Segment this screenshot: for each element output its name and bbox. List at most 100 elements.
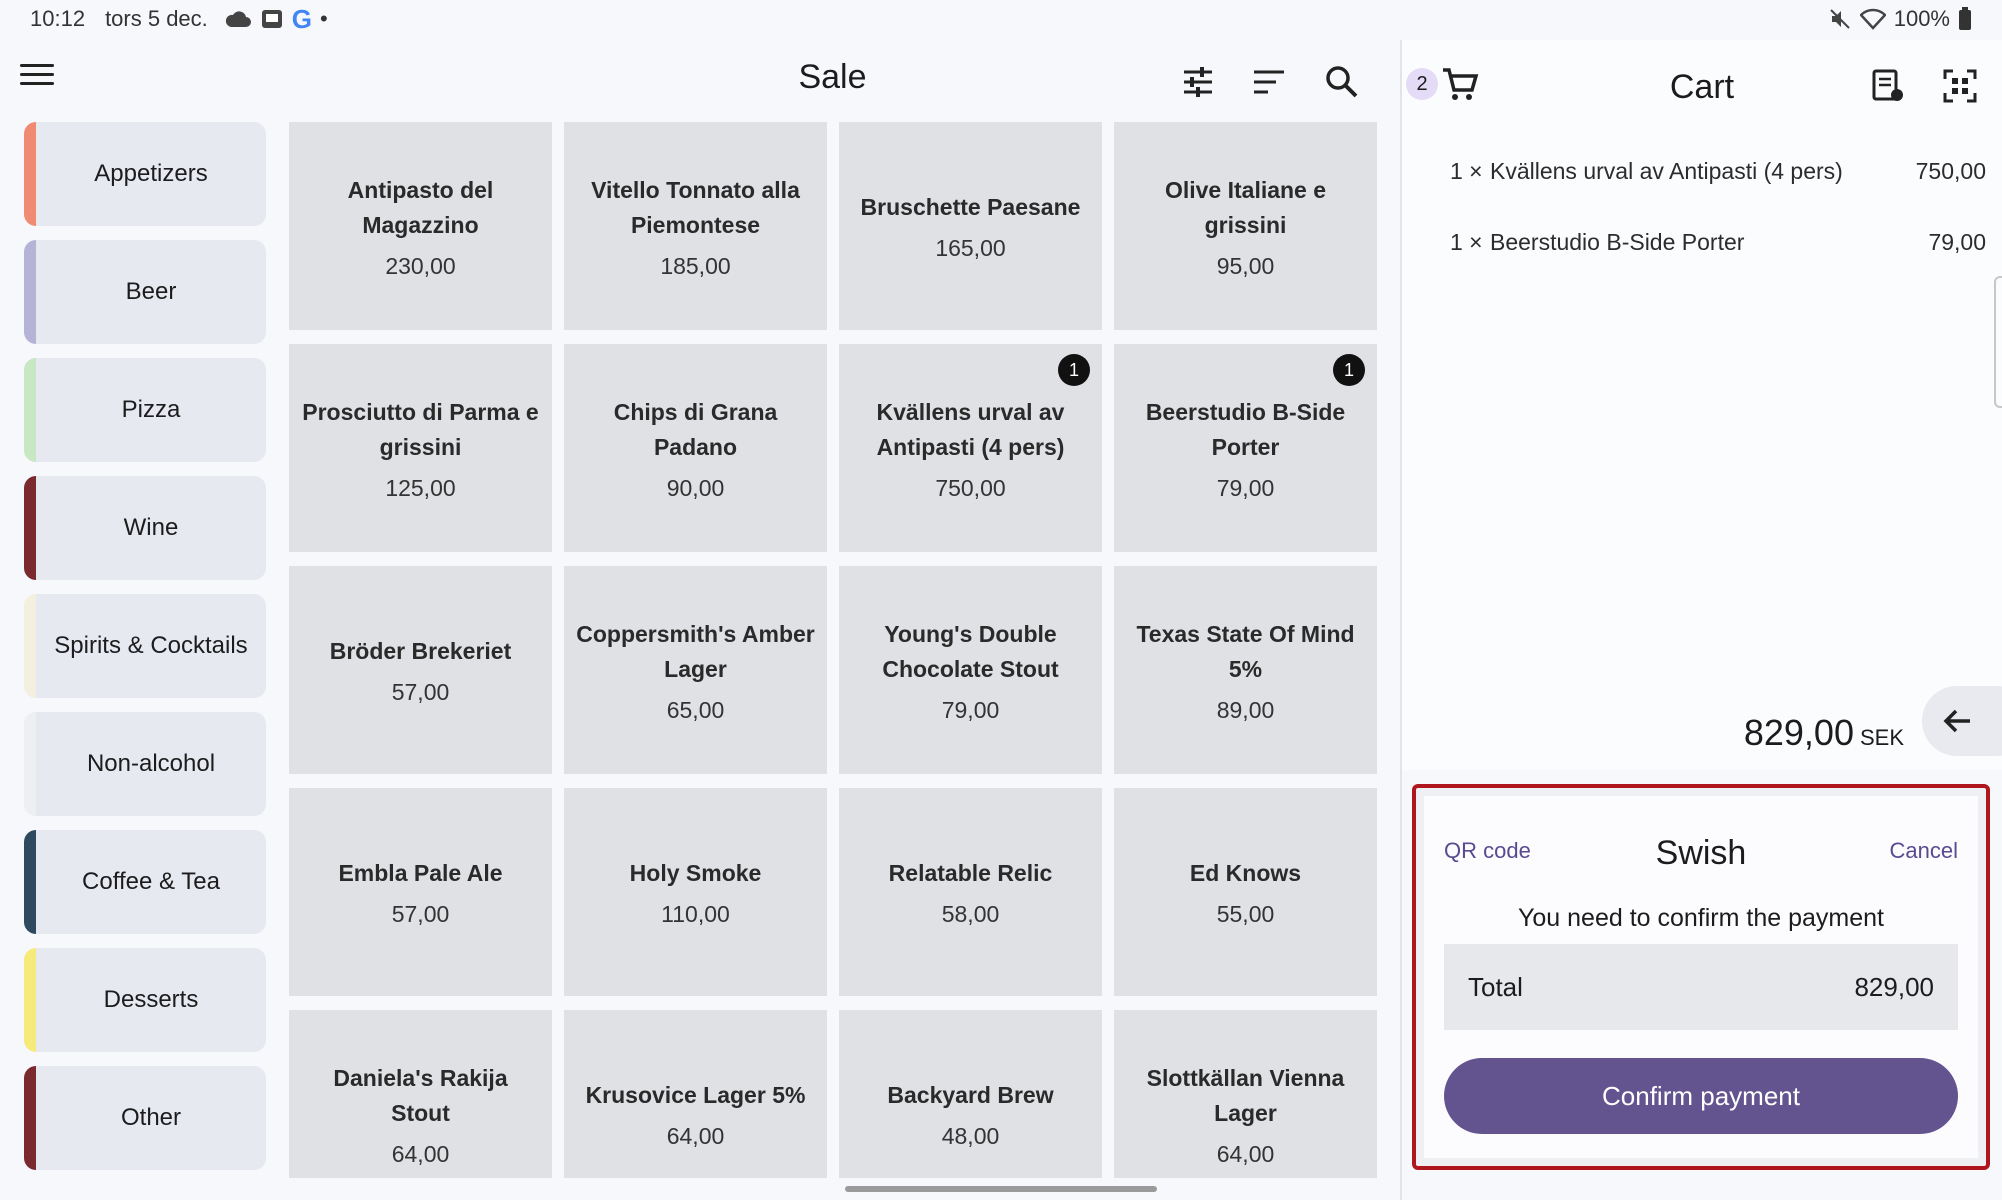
- product-name: Kvällens urval av Antipasti (4 pers): [876, 398, 1065, 460]
- category-label: Non-alcohol: [86, 750, 216, 777]
- cart-total-value: 829,00: [1743, 712, 1854, 753]
- category-label: Wine: [123, 514, 179, 541]
- product-name: Relatable Relic: [888, 860, 1053, 886]
- cancel-link[interactable]: Cancel: [1890, 838, 1958, 864]
- product-tile[interactable]: Ed Knows 55,00: [1114, 788, 1377, 996]
- product-tile[interactable]: Kvällens urval av Antipasti (4 pers) 750,…: [839, 344, 1102, 552]
- product-name: Backyard Brew: [887, 1082, 1054, 1108]
- product-tile[interactable]: Young's Double Chocolate Stout 79,00: [839, 566, 1102, 774]
- product-price: 55,00: [1216, 901, 1275, 927]
- category-spirits-cocktails[interactable]: Spirits & Cocktails: [24, 594, 266, 698]
- product-tile[interactable]: Vitello Tonnato alla Piemontese 185,00: [564, 122, 827, 330]
- category-coffee-tea[interactable]: Coffee & Tea: [24, 830, 266, 934]
- product-price: 65,00: [666, 696, 725, 723]
- category-label: Spirits & Cocktails: [54, 632, 248, 659]
- product-name: Chips di Grana Padano: [613, 398, 778, 460]
- product-name: Daniela's Rakija Stout: [333, 1064, 508, 1126]
- confirm-payment-button[interactable]: Confirm payment: [1444, 1058, 1958, 1134]
- product-price: 110,00: [661, 901, 730, 927]
- photo-icon: [261, 10, 282, 28]
- product-tile[interactable]: Krusovice Lager 5% 64,00: [564, 1010, 827, 1178]
- sort-icon[interactable]: [1250, 62, 1290, 102]
- back-button[interactable]: [1922, 686, 2002, 756]
- product-tile[interactable]: Olive Italiane e grissini 95,00: [1114, 122, 1377, 330]
- category-color-bar: [24, 358, 36, 462]
- product-tile[interactable]: Daniela's Rakija Stout 64,00: [289, 1010, 552, 1178]
- product-name: Olive Italiane e grissini: [1164, 176, 1327, 238]
- product-name: Prosciutto di Parma e grissini: [302, 398, 539, 460]
- category-label: Appetizers: [94, 160, 208, 187]
- tune-filter-icon[interactable]: [1178, 62, 1218, 102]
- product-tile[interactable]: Texas State Of Mind 5% 89,00: [1114, 566, 1377, 774]
- product-name: Antipasto del Magazzino: [347, 176, 494, 238]
- cart-item-qty: 1 ×: [1450, 229, 1483, 255]
- cart-item-amount: 79,00: [1928, 229, 1986, 255]
- scrollbar-thumb[interactable]: [845, 1186, 1157, 1192]
- category-color-bar: [24, 1066, 36, 1170]
- qr-scan-icon[interactable]: [1942, 68, 1978, 104]
- swish-total: Total 829,00: [1444, 944, 1958, 1030]
- product-name: Texas State Of Mind 5%: [1136, 620, 1355, 682]
- product-price: 64,00: [1216, 1140, 1275, 1167]
- category-pizza[interactable]: Pizza: [24, 358, 266, 462]
- product-price: 64,00: [666, 1123, 725, 1149]
- product-tile[interactable]: Backyard Brew 48,00: [839, 1010, 1102, 1178]
- edge-panel-handle[interactable]: [1994, 276, 2002, 408]
- product-name: Holy Smoke: [629, 860, 762, 886]
- cart-panel: 2 Cart 1 × Kvällens urval av Antipasti (…: [1402, 40, 2002, 770]
- product-tile[interactable]: Chips di Grana Padano 90,00: [564, 344, 827, 552]
- product-name: Krusovice Lager 5%: [585, 1082, 806, 1108]
- product-grid: Antipasto del Magazzino 230,00 Vitello Ton…: [289, 122, 1377, 1178]
- product-name: Bröder Brekeriet: [329, 638, 512, 664]
- product-price: 95,00: [1216, 252, 1275, 279]
- category-beer[interactable]: Beer: [24, 240, 266, 344]
- category-label: Other: [120, 1104, 182, 1131]
- product-tile[interactable]: Beerstudio B-Side Porter 79,00 1: [1114, 344, 1377, 552]
- swish-card: QR code Swish Cancel You need to confirm…: [1424, 796, 1978, 1158]
- product-tile[interactable]: Bröder Brekeriet 57,00: [289, 566, 552, 774]
- cart-items: 1 × Kvällens urval av Antipasti (4 pers)…: [1450, 158, 1986, 300]
- product-name: Slottkällan Vienna Lager: [1146, 1064, 1345, 1126]
- product-price: 58,00: [941, 901, 1000, 927]
- product-tile[interactable]: Prosciutto di Parma e grissini 125,00: [289, 344, 552, 552]
- search-icon[interactable]: [1322, 62, 1362, 102]
- wifi-icon: [1859, 8, 1886, 30]
- product-price: 79,00: [1216, 474, 1275, 501]
- product-tile[interactable]: Bruschette Paesane 165,00: [839, 122, 1102, 330]
- category-color-bar: [24, 594, 36, 698]
- swish-payment-panel: QR code Swish Cancel You need to confirm…: [1412, 784, 1990, 1170]
- category-label: Beer: [125, 278, 177, 305]
- quantity-badge: 1: [1333, 354, 1365, 386]
- product-tile[interactable]: Coppersmith's Amber Lager 65,00: [564, 566, 827, 774]
- product-tile[interactable]: Embla Pale Ale 57,00: [289, 788, 552, 996]
- status-date: tors 5 dec.: [105, 6, 208, 31]
- cart-line-item[interactable]: 1 × Kvällens urval av Antipasti (4 pers)…: [1450, 158, 1986, 185]
- category-wine[interactable]: Wine: [24, 476, 266, 580]
- category-color-bar: [24, 830, 36, 934]
- category-other[interactable]: Other: [24, 1066, 266, 1170]
- cloud-icon: [225, 11, 251, 27]
- product-price: 230,00: [385, 252, 456, 279]
- battery-percent: 100%: [1893, 6, 1950, 31]
- arrow-left-icon: [1943, 709, 1970, 733]
- category-appetizers[interactable]: Appetizers: [24, 122, 266, 226]
- product-tile[interactable]: Holy Smoke 110,00: [564, 788, 827, 996]
- mute-icon: [1830, 9, 1850, 29]
- category-label: Desserts: [103, 986, 199, 1013]
- category-color-bar: [24, 122, 36, 226]
- product-name: Vitello Tonnato alla Piemontese: [591, 176, 800, 238]
- category-desserts[interactable]: Desserts: [24, 948, 266, 1052]
- category-list: Appetizers Beer Pizza Wine Spirits & Coc…: [24, 122, 266, 1184]
- cart-line-item[interactable]: 1 × Beerstudio B-Side Porter 79,00: [1450, 229, 1986, 256]
- product-tile[interactable]: Antipasto del Magazzino 230,00: [289, 122, 552, 330]
- swish-message: You need to confirm the payment: [1518, 904, 1884, 932]
- product-price: 90,00: [666, 474, 725, 501]
- product-tile[interactable]: Relatable Relic 58,00: [839, 788, 1102, 996]
- category-non-alcohol[interactable]: Non-alcohol: [24, 712, 266, 816]
- receipt-icon[interactable]: [1870, 68, 1906, 104]
- battery-icon: [1959, 7, 1971, 30]
- product-price: 89,00: [1216, 696, 1275, 723]
- dot-icon: •: [320, 6, 328, 31]
- product-tile[interactable]: Slottkällan Vienna Lager 64,00: [1114, 1010, 1377, 1178]
- cart-currency: SEK: [1859, 725, 1904, 750]
